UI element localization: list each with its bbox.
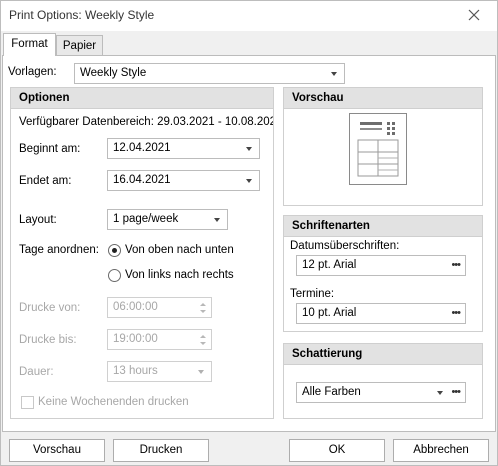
termine-font-value: 10 pt. Arial (302, 307, 357, 319)
vorschau-header: Vorschau (284, 88, 482, 109)
chevron-down-icon (214, 218, 220, 222)
chevron-down-icon (331, 72, 337, 76)
chevron-down-icon (246, 179, 252, 183)
tage-label: Tage anordnen: (19, 244, 99, 256)
layout-value: 1 page/week (113, 213, 179, 225)
beginnt-date-picker[interactable]: 12.04.2021 (107, 138, 260, 159)
vorschau-button[interactable]: Vorschau (9, 439, 105, 462)
radio-von-oben-label[interactable]: Von oben nach unten (125, 244, 234, 256)
vorlagen-value: Weekly Style (80, 67, 147, 79)
abbrechen-button[interactable]: Abbrechen (393, 439, 489, 462)
tab-papier[interactable]: Papier (56, 35, 103, 56)
spin-up-icon[interactable] (200, 335, 206, 338)
drucke-von-value: 06:00:00 (113, 301, 158, 313)
drucke-von-spinner[interactable]: 06:00:00 (107, 297, 212, 318)
datum-font-picker[interactable]: 12 pt. Arial ••• (296, 255, 466, 276)
vorlagen-label: Vorlagen: (8, 66, 57, 78)
window-title: Print Options: Weekly Style (9, 8, 155, 22)
drucken-button[interactable]: Drucken (113, 439, 209, 462)
drucke-bis-label: Drucke bis: (19, 334, 77, 346)
dauer-dropdown[interactable]: 13 hours (107, 361, 212, 382)
chevron-down-icon (198, 370, 204, 374)
layout-label: Layout: (19, 214, 57, 226)
radio-von-links[interactable] (108, 269, 121, 282)
spin-down-icon[interactable] (200, 310, 206, 313)
chevron-down-icon (246, 147, 252, 151)
spin-down-icon[interactable] (200, 342, 206, 345)
endet-date-picker[interactable]: 16.04.2021 (107, 170, 260, 191)
endet-value: 16.04.2021 (113, 174, 171, 186)
endet-label: Endet am: (19, 175, 72, 187)
keine-wochenenden-label[interactable]: Keine Wochenenden drucken (38, 396, 189, 408)
schattierung-dropdown[interactable]: Alle Farben ••• (296, 382, 466, 403)
datum-font-value: 12 pt. Arial (302, 259, 357, 271)
beginnt-value: 12.04.2021 (113, 142, 171, 154)
spin-up-icon[interactable] (200, 303, 206, 306)
drucke-von-label: Drucke von: (19, 302, 81, 314)
close-icon[interactable] (466, 7, 482, 23)
ok-button[interactable]: OK (289, 439, 385, 462)
ellipsis-icon[interactable]: ••• (451, 383, 461, 402)
radio-von-links-label[interactable]: Von links nach rechts (125, 269, 234, 281)
layout-dropdown[interactable]: 1 page/week (107, 209, 228, 230)
termine-label: Termine: (290, 288, 335, 300)
dauer-value: 13 hours (113, 365, 158, 377)
schattierung-group: Schattierung (283, 343, 483, 419)
dauer-label: Dauer: (19, 366, 54, 378)
beginnt-label: Beginnt am: (19, 143, 81, 155)
schattierung-value: Alle Farben (302, 386, 361, 398)
radio-von-oben[interactable] (108, 244, 121, 257)
date-range-text: Verfügbarer Datenbereich: 29.03.2021 - 1… (19, 116, 273, 128)
schriftenarten-header: Schriftenarten (284, 216, 482, 237)
optionen-header: Optionen (11, 88, 273, 109)
termine-font-picker[interactable]: 10 pt. Arial ••• (296, 303, 466, 324)
ellipsis-icon[interactable]: ••• (451, 304, 461, 323)
tab-format[interactable]: Format (3, 33, 56, 56)
schattierung-header: Schattierung (284, 344, 482, 365)
chevron-down-icon (437, 391, 443, 395)
drucke-bis-spinner[interactable]: 19:00:00 (107, 329, 212, 350)
drucke-bis-value: 19:00:00 (113, 333, 158, 345)
ellipsis-icon[interactable]: ••• (451, 256, 461, 275)
page-preview-icon[interactable] (349, 113, 407, 185)
vorlagen-dropdown[interactable]: Weekly Style (74, 63, 345, 84)
datum-label: Datumsüberschriften: (290, 240, 400, 252)
keine-wochenenden-checkbox[interactable] (21, 396, 34, 409)
